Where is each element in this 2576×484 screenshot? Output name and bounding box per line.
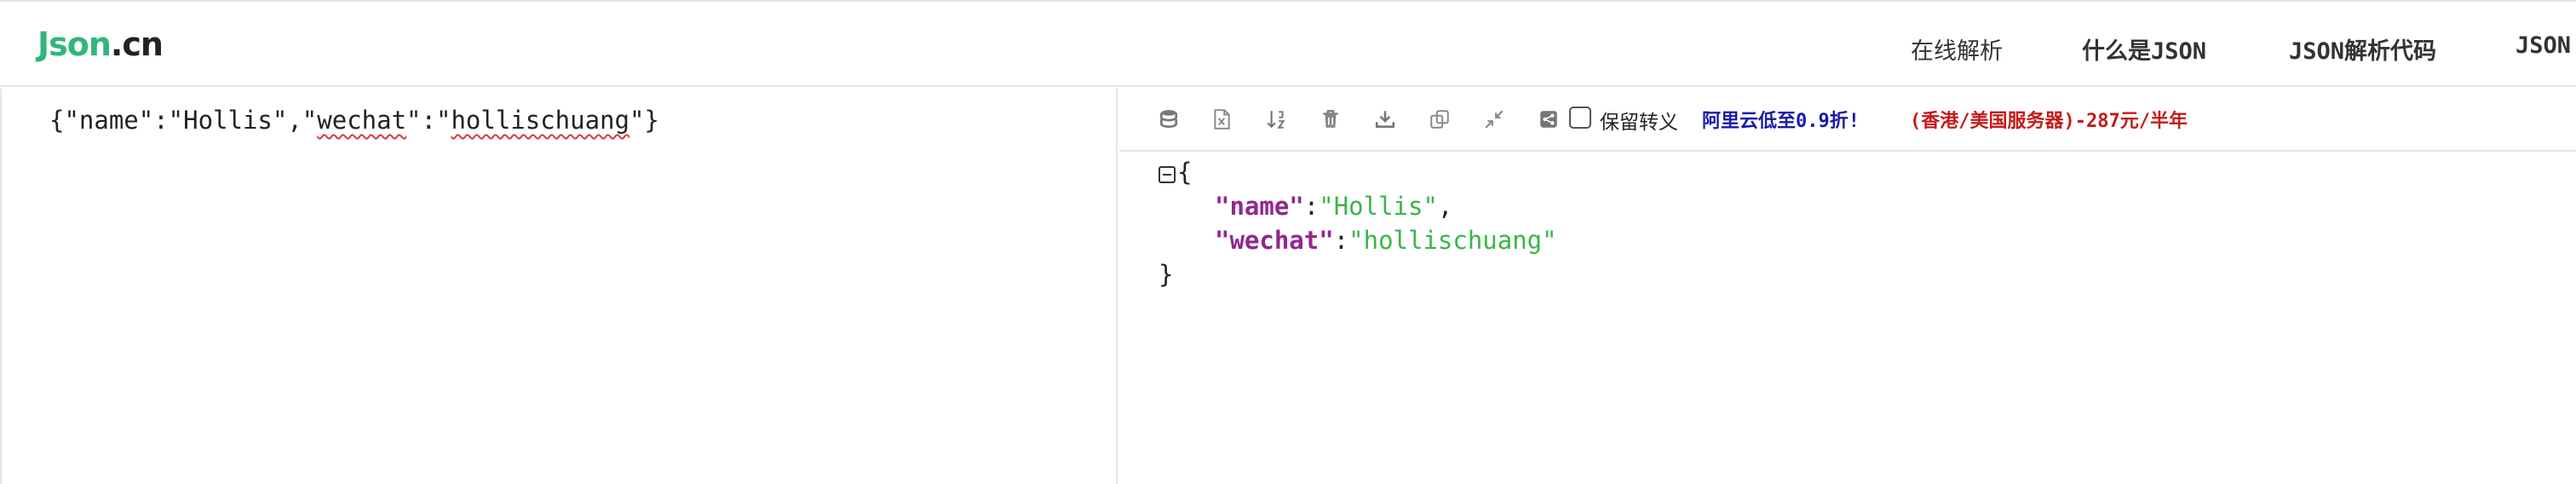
nav-json-more[interactable]: JSON bbox=[2516, 32, 2571, 59]
server-ad-link[interactable]: (香港/美国服务器)-287元/半年 bbox=[1910, 106, 2188, 133]
open-brace: { bbox=[1177, 158, 1193, 187]
tree-colon: : bbox=[1303, 192, 1320, 221]
collapse-icon[interactable] bbox=[1159, 166, 1176, 183]
tree-colon: : bbox=[1333, 226, 1349, 255]
database-icon[interactable] bbox=[1155, 106, 1182, 133]
tree-open-line: { bbox=[1159, 155, 1557, 189]
nav-what-is-json[interactable]: 什么是JSON bbox=[2082, 32, 2206, 66]
input-segment-spellcheck: wechat bbox=[317, 106, 407, 135]
compress-icon[interactable] bbox=[1481, 106, 1508, 133]
tree-entry: "wechat":"hollischuang" bbox=[1159, 223, 1557, 257]
tree-key: "wechat" bbox=[1215, 226, 1334, 255]
site-logo[interactable]: Json.cn bbox=[37, 26, 164, 63]
input-segment-spellcheck: hollischuang bbox=[451, 106, 630, 135]
keep-escape-checkbox[interactable] bbox=[1569, 107, 1591, 129]
logo-suffix: .cn bbox=[110, 26, 164, 63]
nav-online-parse[interactable]: 在线解析 bbox=[1911, 32, 2003, 66]
tree-value: "hollischuang" bbox=[1348, 226, 1557, 255]
keep-escape-label[interactable]: 保留转义 bbox=[1600, 106, 1678, 135]
tree-entry: "name":"Hollis", bbox=[1159, 189, 1557, 223]
close-brace: } bbox=[1159, 260, 1174, 289]
json-tree-view: { "name":"Hollis", "wechat":"hollischuan… bbox=[1159, 155, 1557, 291]
share-icon[interactable] bbox=[1535, 106, 1562, 133]
tree-value: "Hollis" bbox=[1319, 192, 1438, 221]
input-segment: "} bbox=[629, 106, 659, 135]
excel-icon[interactable] bbox=[1208, 106, 1235, 133]
download-icon[interactable] bbox=[1371, 106, 1399, 133]
json-output-panel: 保留转义 阿里云低至0.9折! (香港/美国服务器)-287元/半年 { "na… bbox=[1119, 89, 2576, 484]
trash-icon[interactable] bbox=[1317, 106, 1344, 133]
output-toolbar: 保留转义 阿里云低至0.9折! (香港/美国服务器)-287元/半年 bbox=[1119, 89, 2576, 152]
nav-json-parse-code[interactable]: JSON解析代码 bbox=[2289, 32, 2436, 66]
logo-text: Json bbox=[37, 26, 112, 63]
input-segment: ":" bbox=[406, 106, 451, 135]
tree-close-line: } bbox=[1159, 257, 1557, 291]
top-header: Json.cn 在线解析 什么是JSON JSON解析代码 JSON bbox=[0, 0, 2576, 87]
aliyun-ad-link[interactable]: 阿里云低至0.9折! bbox=[1702, 106, 1860, 133]
json-input-editor[interactable]: {"name":"Hollis","wechat":"hollischuang"… bbox=[0, 89, 1118, 484]
sort-icon[interactable] bbox=[1262, 106, 1290, 133]
tree-comma: , bbox=[1437, 192, 1453, 221]
copy-icon[interactable] bbox=[1426, 106, 1453, 133]
json-input-text[interactable]: {"name":"Hollis","wechat":"hollischuang"… bbox=[49, 106, 659, 135]
tree-key: "name" bbox=[1215, 192, 1304, 221]
input-segment: {"name":"Hollis"," bbox=[49, 106, 318, 135]
